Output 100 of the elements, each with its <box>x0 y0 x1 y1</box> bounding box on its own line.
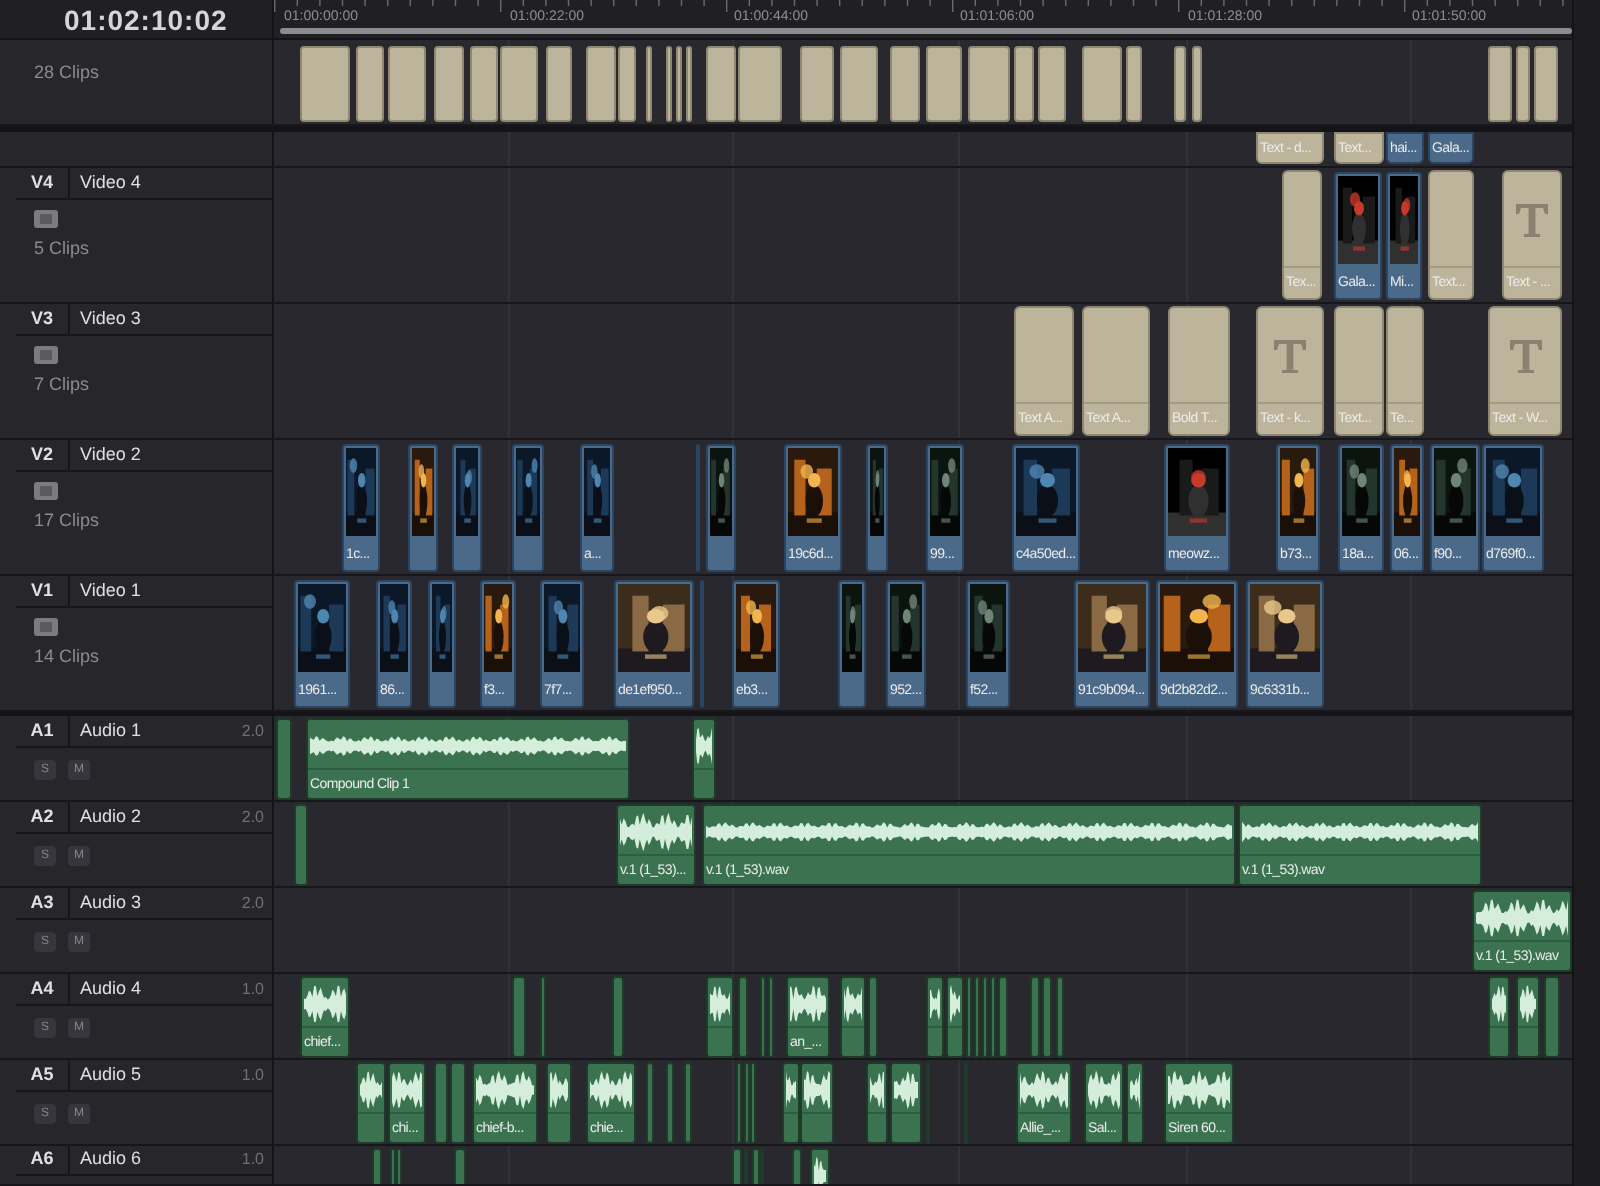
audio-clip[interactable] <box>738 976 748 1058</box>
track-name[interactable]: Audio 1 <box>70 716 242 746</box>
track-name[interactable]: Video 1 <box>70 576 272 606</box>
audio-clip[interactable] <box>512 976 526 1058</box>
video-clip[interactable] <box>512 444 544 572</box>
title-clip[interactable] <box>968 46 1010 122</box>
audio-clip[interactable] <box>744 1062 750 1144</box>
audio-clip[interactable] <box>684 1062 692 1144</box>
video-clip[interactable] <box>408 444 438 572</box>
waveform <box>620 810 692 854</box>
title-clip[interactable] <box>890 46 920 122</box>
title-clip[interactable] <box>1174 46 1186 122</box>
audio-clip[interactable] <box>974 976 980 1058</box>
title-clip[interactable] <box>686 46 692 122</box>
title-clip[interactable] <box>1534 46 1558 122</box>
audio-clip[interactable] <box>866 1062 888 1144</box>
video-clip[interactable] <box>428 580 456 708</box>
channel-format: 2.0 <box>241 891 266 915</box>
audio-clip[interactable] <box>966 976 972 1058</box>
audio-clip[interactable] <box>706 976 734 1058</box>
clip-count: 14 Clips <box>34 644 102 670</box>
title-clip[interactable] <box>1488 46 1512 122</box>
audio-clip[interactable] <box>546 1062 572 1144</box>
track-name[interactable]: Audio 6 <box>70 1146 242 1173</box>
track-name[interactable]: Audio 5 <box>70 1060 242 1090</box>
audio-clip[interactable] <box>868 976 878 1058</box>
text-icon <box>1512 199 1552 239</box>
title-clip[interactable] <box>666 46 672 122</box>
audio-clip[interactable] <box>736 1062 742 1144</box>
title-clip[interactable] <box>840 46 878 122</box>
audio-clip[interactable] <box>450 1062 466 1144</box>
audio-clip[interactable] <box>890 1062 922 1144</box>
waveform <box>304 982 346 1026</box>
video-clip[interactable] <box>706 444 736 572</box>
audio-clip[interactable] <box>800 1062 834 1144</box>
audio-clip[interactable] <box>946 976 964 1058</box>
track-code: V4 <box>16 168 70 198</box>
title-clip[interactable] <box>676 46 682 122</box>
title-clip[interactable] <box>388 46 426 122</box>
audio-clip[interactable] <box>990 976 996 1058</box>
audio-clip[interactable] <box>692 718 716 800</box>
audio-clip[interactable] <box>1056 976 1064 1058</box>
track-name[interactable]: Video 2 <box>70 440 272 470</box>
audio-clip[interactable] <box>666 1062 674 1144</box>
title-clip[interactable] <box>546 46 572 122</box>
audio-clip[interactable] <box>1126 1062 1144 1144</box>
audio-clip[interactable] <box>1030 976 1040 1058</box>
title-clip[interactable] <box>618 46 636 122</box>
title-clip[interactable] <box>300 46 350 122</box>
audio-clip[interactable] <box>356 1062 386 1144</box>
audio-clip[interactable] <box>926 976 944 1058</box>
title-clip[interactable] <box>1126 46 1142 122</box>
audio-clip[interactable] <box>750 1062 756 1144</box>
track-name[interactable]: Audio 3 <box>70 888 242 918</box>
title-clip[interactable] <box>800 46 834 122</box>
audio-clip[interactable] <box>540 976 546 1058</box>
audio-clip[interactable] <box>434 1062 448 1144</box>
title-clip[interactable] <box>1082 46 1122 122</box>
audio-clip[interactable] <box>1042 976 1052 1058</box>
title-clip[interactable] <box>1014 46 1034 122</box>
title-clip[interactable] <box>1516 46 1530 122</box>
text-icon <box>1270 335 1310 375</box>
audio-clip[interactable] <box>982 976 988 1058</box>
track-name[interactable]: Video 4 <box>70 168 272 198</box>
title-clip[interactable] <box>738 46 782 122</box>
title-clip[interactable] <box>646 46 652 122</box>
audio-clip[interactable] <box>998 976 1008 1058</box>
audio-clip[interactable] <box>760 976 766 1058</box>
waveform <box>1492 982 1506 1026</box>
title-clip[interactable] <box>1038 46 1066 122</box>
audio-clip[interactable] <box>1488 976 1510 1058</box>
track-name[interactable]: Video 3 <box>70 304 272 334</box>
channel-format: 1.0 <box>241 977 266 1001</box>
audio-clip[interactable] <box>646 1062 654 1144</box>
audio-clip[interactable] <box>782 1062 800 1144</box>
title-clip[interactable] <box>500 46 538 122</box>
audio-clip[interactable] <box>840 976 866 1058</box>
audio-clip[interactable] <box>612 976 624 1058</box>
audio-clip[interactable] <box>1516 976 1540 1058</box>
title-clip[interactable] <box>434 46 464 122</box>
video-clip[interactable] <box>838 580 866 708</box>
audio-clip[interactable] <box>294 804 308 886</box>
title-clip[interactable] <box>586 46 616 122</box>
title-clip[interactable] <box>470 46 498 122</box>
video-clip[interactable] <box>866 444 888 572</box>
video-clip[interactable] <box>452 444 482 572</box>
scrollbar[interactable] <box>1572 0 1600 1186</box>
audio-clip[interactable] <box>276 718 292 800</box>
audio-clip[interactable] <box>1544 976 1560 1058</box>
clip-count: 28 Clips <box>34 60 102 86</box>
title-clip[interactable] <box>926 46 962 122</box>
title-clip[interactable] <box>706 46 736 122</box>
track-name[interactable]: Audio 2 <box>70 802 242 832</box>
film-icon <box>34 210 58 228</box>
title-clip[interactable] <box>1192 46 1202 122</box>
title-clip[interactable] <box>356 46 384 122</box>
audio-clip[interactable] <box>768 976 774 1058</box>
waveform <box>870 1068 884 1112</box>
waveform <box>476 1068 534 1112</box>
track-name[interactable]: Audio 4 <box>70 974 242 1004</box>
